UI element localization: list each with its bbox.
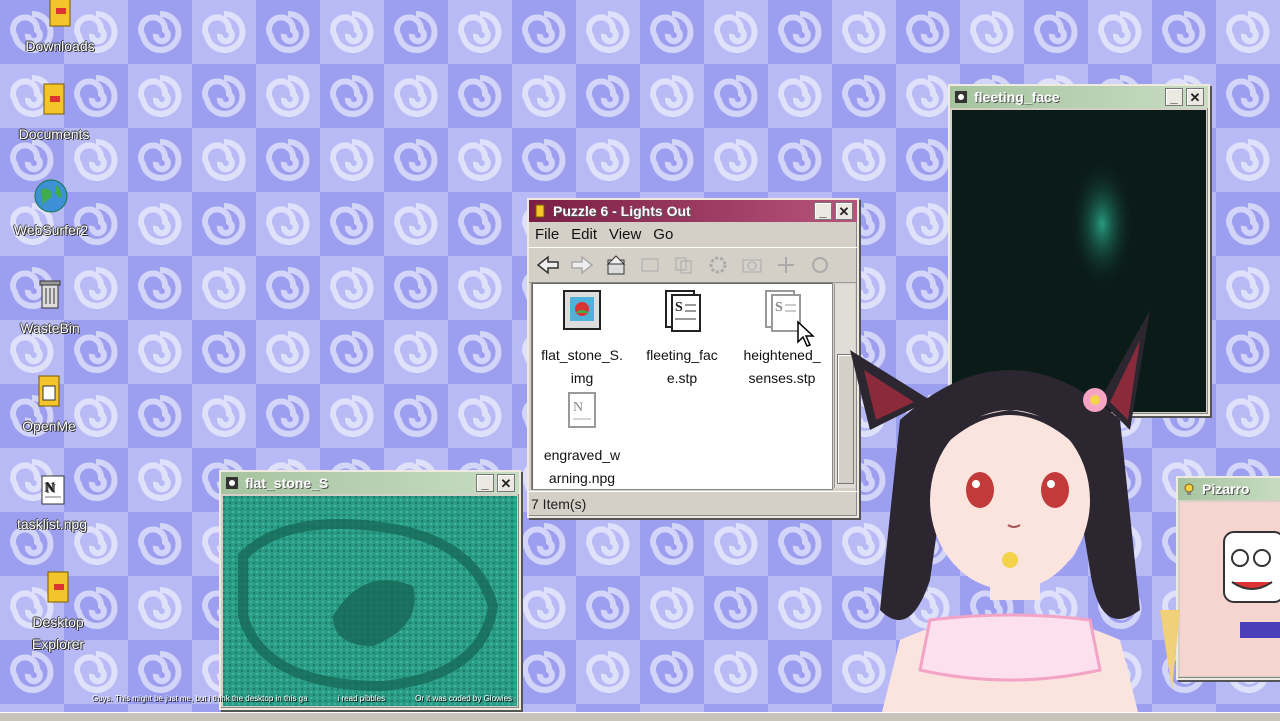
- window-title: fleeting_face: [974, 89, 1060, 105]
- status-bar: 7 Item(s): [529, 491, 859, 516]
- stone-image: [223, 496, 517, 706]
- trash-icon: [39, 280, 61, 309]
- up-folder-button[interactable]: [603, 253, 629, 277]
- settings-button[interactable]: [705, 253, 731, 277]
- up-folder-icon: [606, 255, 626, 275]
- desktop-icon-tasklist[interactable]: N tasklist.npg: [4, 472, 100, 535]
- svg-text:S: S: [675, 300, 683, 315]
- desktop-icon-label: WebSurfer2: [13, 222, 89, 238]
- svg-text:N: N: [45, 481, 55, 496]
- pizarro-mascot-image: [1180, 502, 1280, 676]
- desktop-icon-label: WasteBin: [20, 320, 80, 336]
- flat-stone-window[interactable]: flat_stone_S _ ✕: [219, 470, 521, 710]
- mouse-cursor: [797, 320, 815, 347]
- menu-bar: File Edit View Go: [529, 222, 857, 247]
- toolbar: [529, 247, 857, 283]
- desktop-icon-openme[interactable]: OpenMe: [1, 374, 97, 437]
- folder-icon: [49, 0, 71, 27]
- puzzle-explorer-window[interactable]: Puzzle 6 - Lights Out _ ✕ File Edit View…: [527, 198, 859, 518]
- menu-view[interactable]: View: [609, 226, 641, 243]
- file-name-line: engraved_w: [543, 447, 621, 463]
- title-bar[interactable]: fleeting_face _ ✕: [950, 86, 1208, 108]
- desktop-icon-label: OpenMe: [22, 418, 76, 434]
- back-button[interactable]: [535, 253, 561, 277]
- file-name-line: arning.npg: [548, 470, 616, 486]
- window-title: flat_stone_S: [245, 475, 329, 491]
- refresh-button[interactable]: [807, 253, 833, 277]
- desktop-icon-documents[interactable]: Documents: [6, 82, 102, 145]
- desktop-icon-label: Documents: [18, 126, 90, 142]
- file-name-line: fleeting_fac: [646, 347, 718, 363]
- camera-button[interactable]: [739, 253, 765, 277]
- image-view: [223, 496, 517, 706]
- desktop-icon-label: Downloads: [25, 38, 95, 54]
- note-icon: N: [568, 392, 596, 428]
- chat-message: Guys. This might be just me, but i think…: [92, 693, 308, 703]
- minimize-button[interactable]: _: [476, 474, 494, 492]
- title-bar[interactable]: flat_stone_S _ ✕: [221, 472, 519, 494]
- menu-go[interactable]: Go: [653, 226, 673, 243]
- close-button[interactable]: ✕: [1186, 88, 1204, 106]
- window-app-icon: [955, 91, 967, 103]
- tools-icon: [778, 257, 794, 273]
- window-title: Puzzle 6 - Lights Out: [553, 203, 691, 219]
- desktop-icon-wastebin[interactable]: WasteBin: [2, 276, 98, 339]
- copy-button[interactable]: [671, 253, 697, 277]
- camera-icon: [742, 259, 762, 273]
- minimize-button[interactable]: _: [814, 202, 832, 220]
- desktop-icon-desktop-explorer[interactable]: Desktop Explorer: [10, 570, 106, 655]
- cut-button[interactable]: [637, 253, 663, 277]
- pizarro-view: [1180, 502, 1280, 676]
- streamer-avatar: [850, 310, 1180, 720]
- title-bar[interactable]: Pizarro: [1178, 478, 1280, 500]
- menu-edit[interactable]: Edit: [571, 226, 597, 243]
- desktop-icon-downloads[interactable]: Downloads: [12, 0, 108, 57]
- tools-button[interactable]: [773, 253, 799, 277]
- arrow-left-icon: [536, 255, 559, 275]
- file-name-line: heightened_: [743, 347, 821, 363]
- script-file-icon: S: [665, 290, 701, 332]
- file-item[interactable]: S heightened_ senses.stp: [732, 289, 832, 390]
- cut-icon: [641, 258, 659, 272]
- window-title: Pizarro: [1202, 481, 1250, 497]
- chat-overlay: Guys. This might be just me, but i think…: [92, 688, 512, 708]
- folder-icon: [43, 83, 65, 115]
- minimize-button[interactable]: _: [1165, 88, 1183, 106]
- folder-icon: [535, 204, 545, 218]
- gear-icon: [709, 256, 727, 274]
- file-name-line: flat_stone_S.: [541, 347, 623, 363]
- menu-file[interactable]: File: [535, 226, 559, 243]
- file-name-line: senses.stp: [748, 370, 816, 386]
- image-file-icon: [563, 290, 601, 330]
- file-name-line: e.stp: [666, 370, 698, 386]
- lightbulb-icon: [1184, 483, 1194, 495]
- folder-icon: [47, 571, 69, 603]
- svg-text:N: N: [573, 400, 583, 415]
- close-button[interactable]: ✕: [497, 474, 515, 492]
- close-button[interactable]: ✕: [835, 202, 853, 220]
- globe-icon: [34, 179, 68, 213]
- note-icon: N: [41, 475, 65, 505]
- title-bar[interactable]: Puzzle 6 - Lights Out _ ✕: [529, 200, 857, 222]
- pizarro-window[interactable]: Pizarro: [1176, 476, 1280, 680]
- refresh-icon: [812, 257, 828, 273]
- file-item[interactable]: flat_stone_S. img: [532, 289, 632, 390]
- copy-icon: [675, 257, 692, 274]
- file-pane: flat_stone_S. img S fleeting_fac e.stp S…: [531, 282, 833, 490]
- file-name-line: img: [570, 370, 594, 386]
- desktop-icon-websurfer2[interactable]: WebSurfer2: [3, 178, 99, 241]
- desktop-icon-label: tasklist.npg: [16, 516, 88, 532]
- forward-button[interactable]: [569, 253, 595, 277]
- file-item[interactable]: N engraved_w arning.npg: [532, 389, 632, 490]
- arrow-right-icon: [571, 255, 594, 275]
- folder-icon: [38, 375, 60, 407]
- chat-message: i read pibbles: [337, 693, 386, 703]
- desktop-icon-label: Desktop Explorer: [31, 614, 85, 652]
- chat-message: Or it was coded by Glowies: [415, 693, 513, 703]
- file-item[interactable]: S fleeting_fac e.stp: [632, 289, 732, 390]
- window-app-icon: [226, 477, 238, 489]
- svg-text:S: S: [775, 300, 783, 315]
